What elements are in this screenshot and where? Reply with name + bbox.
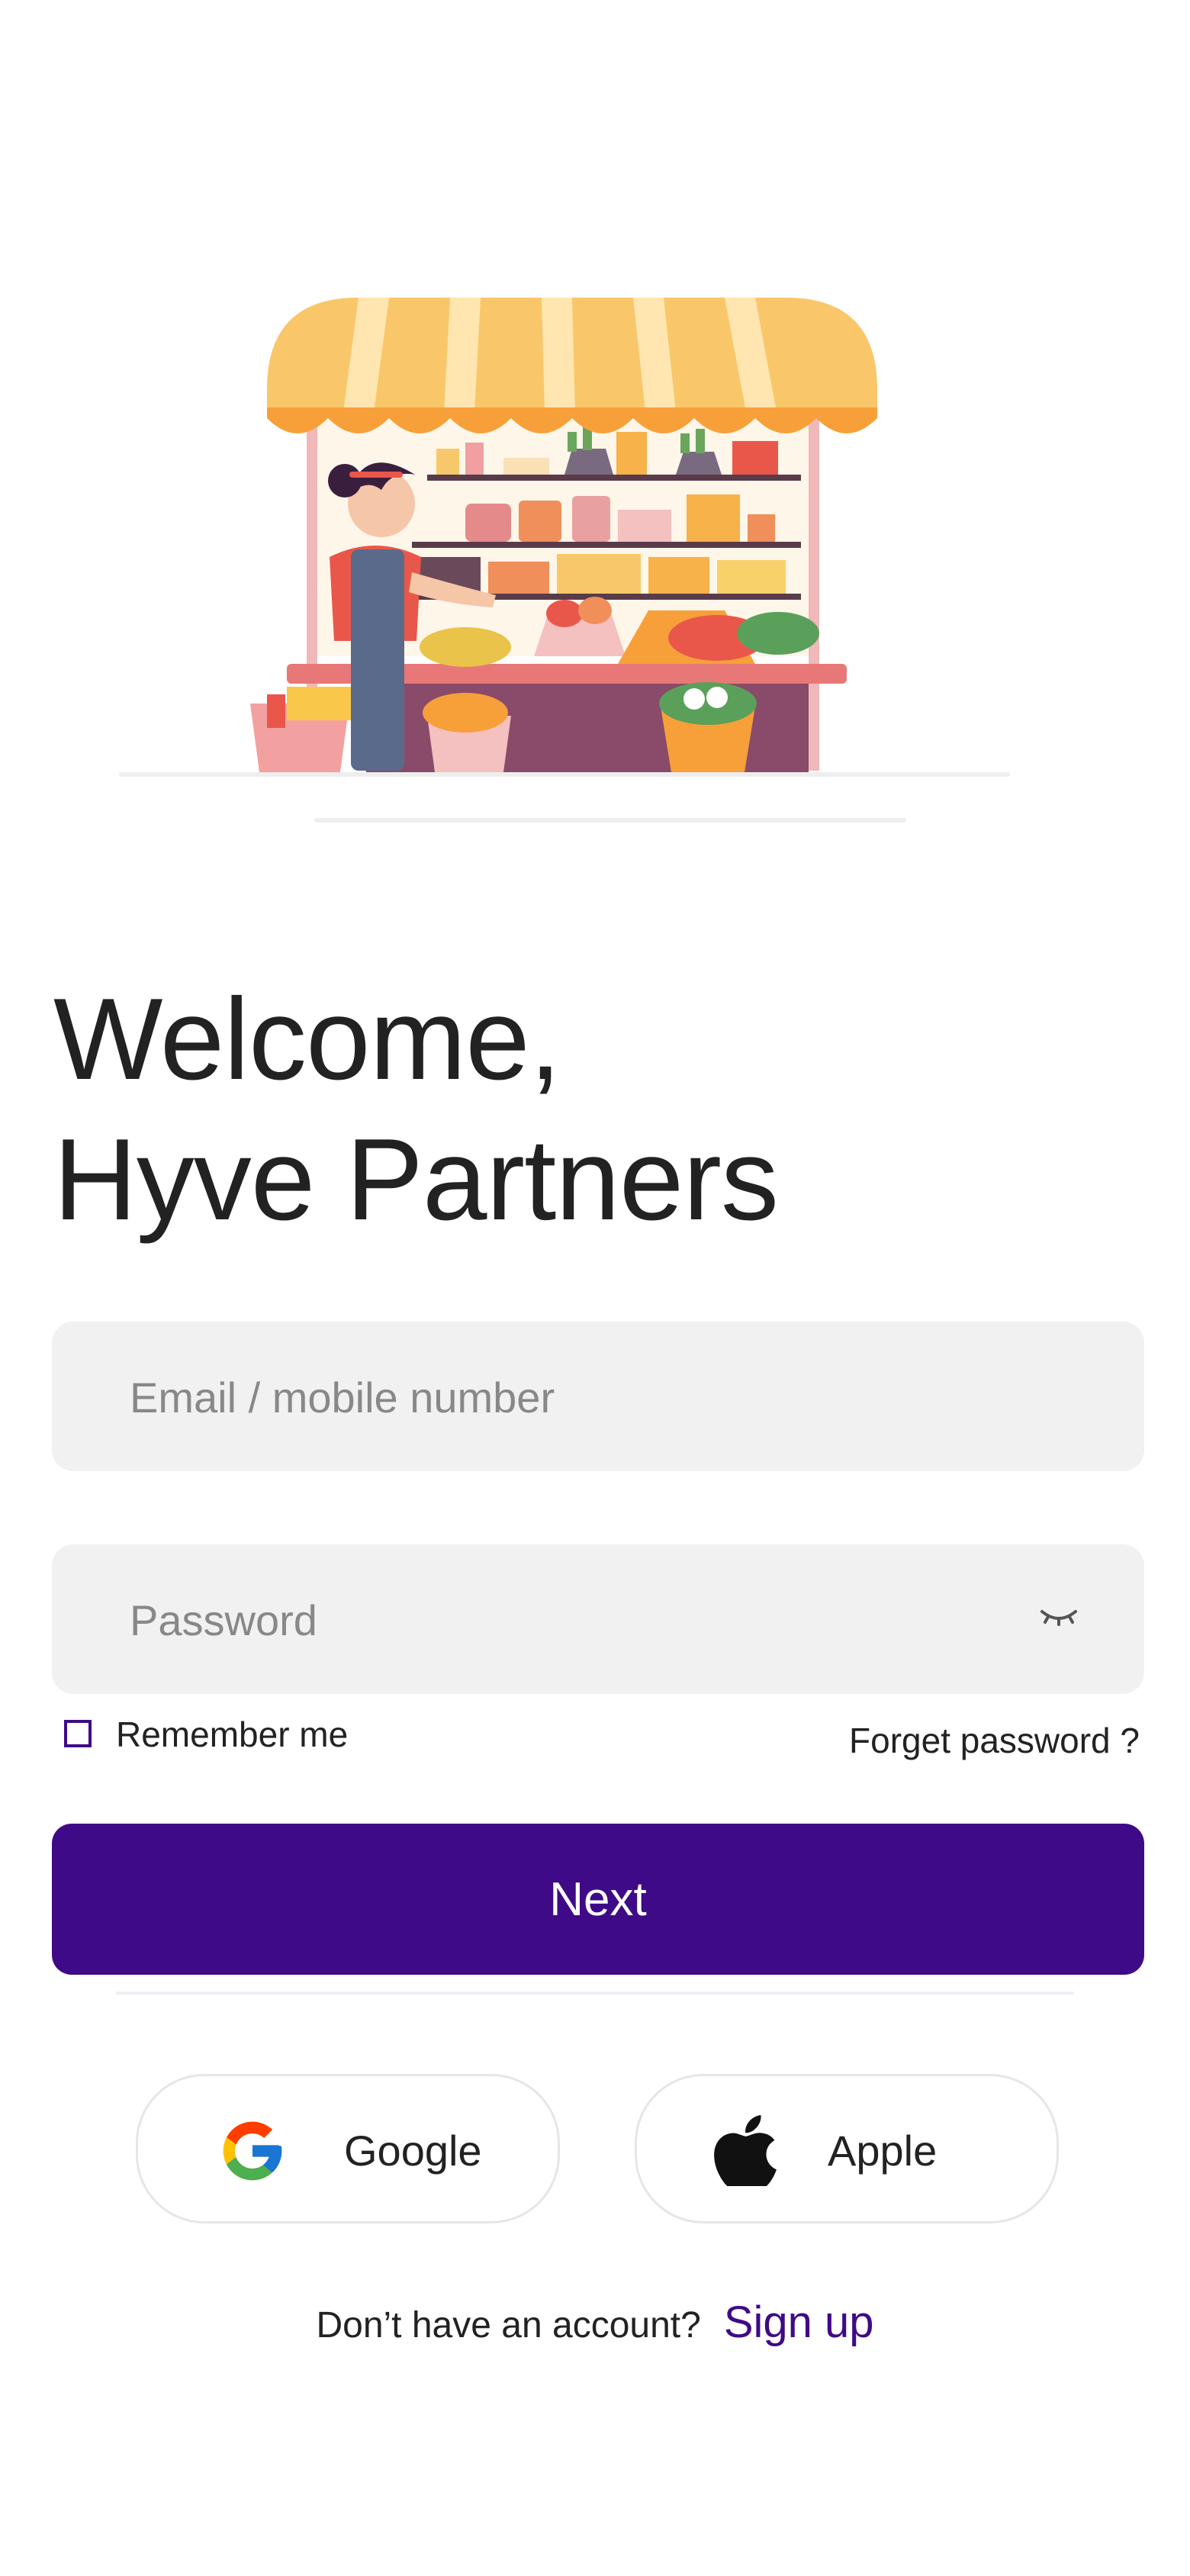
email-field[interactable]: [52, 1322, 1144, 1473]
welcome-title-line-1: Welcome,: [53, 974, 561, 1104]
google-signin-button[interactable]: Google: [136, 2074, 560, 2223]
email-input[interactable]: [128, 1322, 1031, 1473]
remember-me-label[interactable]: Remember me: [116, 1714, 348, 1755]
next-button[interactable]: Next: [52, 1824, 1144, 1975]
divider: [116, 1992, 1074, 1995]
apple-label: Apple: [828, 2127, 938, 2175]
password-input[interactable]: [128, 1544, 1031, 1695]
google-icon: [217, 2116, 288, 2186]
signup-link[interactable]: Sign up: [724, 2297, 874, 2347]
market-stall-illustration: [107, 252, 1022, 832]
signup-question: Don’t have an account?: [316, 2305, 701, 2346]
next-button-label: Next: [549, 1872, 647, 1926]
forgot-password-link[interactable]: Forget password ?: [849, 1720, 1140, 1761]
google-label: Google: [344, 2127, 482, 2175]
signup-row: Don’t have an account? Sign up: [0, 2297, 1190, 2348]
eye-closed-icon[interactable]: [1036, 1592, 1082, 1637]
remember-me-checkbox[interactable]: [64, 1720, 92, 1747]
apple-signin-button[interactable]: Apple: [635, 2074, 1059, 2223]
apple-icon: [713, 2110, 777, 2190]
password-field[interactable]: [52, 1544, 1144, 1695]
welcome-title-line-2: Hyve Partners: [53, 1115, 779, 1245]
